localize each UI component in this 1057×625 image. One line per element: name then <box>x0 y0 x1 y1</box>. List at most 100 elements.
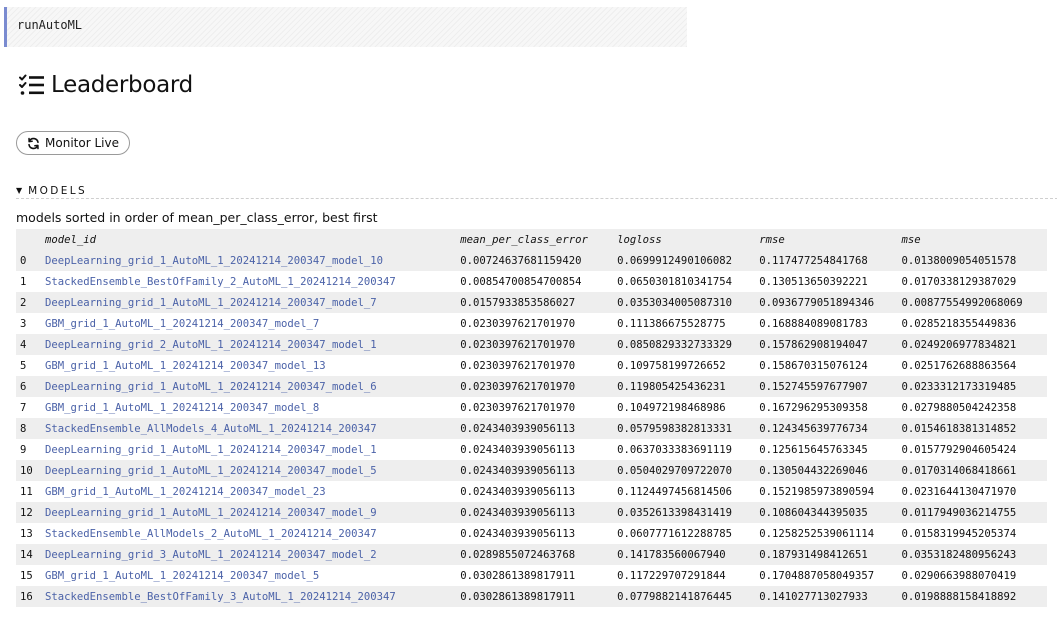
model-link[interactable]: GBM_grid_1_AutoML_1_20241214_200347_mode… <box>45 570 319 582</box>
model-id-cell: DeepLearning_grid_1_AutoML_1_20241214_20… <box>41 460 456 481</box>
mean-per-class-error-cell: 0.00724637681159420 <box>460 254 582 267</box>
mse-cell: 0.0170314068418661 <box>901 464 1017 477</box>
table-row: 13 StackedEnsemble_AllModels_2_AutoML_1_2… <box>16 523 1047 544</box>
mse-cell: 0.0170338129387029 <box>901 275 1017 288</box>
model-link[interactable]: DeepLearning_grid_1_AutoML_1_20241214_20… <box>45 381 377 393</box>
logloss-cell: 0.117229707291844 <box>617 569 726 582</box>
model-link[interactable]: StackedEnsemble_BestOfFamily_3_AutoML_1_… <box>45 591 396 603</box>
model-link[interactable]: GBM_grid_1_AutoML_1_20241214_200347_mode… <box>45 318 319 330</box>
mse-cell: 0.0154618381314852 <box>901 422 1017 435</box>
column-header-logloss: logloss <box>617 233 662 246</box>
logloss-cell: 0.0650301810341754 <box>617 275 732 288</box>
model-link[interactable]: StackedEnsemble_AllModels_2_AutoML_1_202… <box>45 528 377 540</box>
model-id-cell: GBM_grid_1_AutoML_1_20241214_200347_mode… <box>41 355 456 376</box>
monitor-live-button[interactable]: Monitor Live <box>16 131 130 155</box>
table-caption: models sorted in order of mean_per_class… <box>16 210 378 225</box>
model-link[interactable]: GBM_grid_1_AutoML_1_20241214_200347_mode… <box>45 360 326 372</box>
model-link[interactable]: DeepLearning_grid_1_AutoML_1_20241214_20… <box>45 255 383 267</box>
table-header-row: model_id mean_per_class_error logloss rm… <box>16 229 1047 250</box>
rmse-cell: 0.130504432269046 <box>759 464 868 477</box>
mean-per-class-error-cell: 0.0243403939056113 <box>460 443 576 456</box>
model-link[interactable]: DeepLearning_grid_1_AutoML_1_20241214_20… <box>45 297 377 309</box>
mean-per-class-error-cell: 0.0230397621701970 <box>460 338 576 351</box>
table-row: 2 DeepLearning_grid_1_AutoML_1_20241214_2… <box>16 292 1047 313</box>
row-index-cell: 3 <box>20 317 27 330</box>
rmse-cell: 0.125615645763345 <box>759 443 868 456</box>
mean-per-class-error-cell: 0.0302861389817911 <box>460 569 576 582</box>
mean-per-class-error-cell: 0.0230397621701970 <box>460 359 576 372</box>
mean-per-class-error-cell: 0.0243403939056113 <box>460 527 576 540</box>
code-cell-text: runAutoML <box>17 18 83 32</box>
code-cell[interactable]: runAutoML <box>4 7 687 47</box>
model-link[interactable]: StackedEnsemble_AllModels_4_AutoML_1_202… <box>45 423 377 435</box>
logloss-cell: 0.111386675528775 <box>617 317 726 330</box>
table-row: 1 StackedEnsemble_BestOfFamily_2_AutoML_1… <box>16 271 1047 292</box>
table-row: 14 DeepLearning_grid_3_AutoML_1_20241214_… <box>16 544 1047 565</box>
column-header-rmse: rmse <box>759 233 785 246</box>
rmse-cell: 0.1258252539061114 <box>759 527 875 540</box>
model-id-cell: GBM_grid_1_AutoML_1_20241214_200347_mode… <box>41 313 456 334</box>
mse-cell: 0.0198888158418892 <box>901 590 1017 603</box>
model-link[interactable]: DeepLearning_grid_3_AutoML_1_20241214_20… <box>45 549 377 561</box>
row-index-cell: 8 <box>20 422 27 435</box>
mse-cell: 0.0285218355449836 <box>901 317 1017 330</box>
logloss-cell: 0.0579598382813331 <box>617 422 732 435</box>
mean-per-class-error-cell: 0.0230397621701970 <box>460 317 576 330</box>
mean-per-class-error-cell: 0.0243403939056113 <box>460 422 576 435</box>
model-id-cell: GBM_grid_1_AutoML_1_20241214_200347_mode… <box>41 565 456 586</box>
mse-cell: 0.0157792904605424 <box>901 443 1017 456</box>
logloss-cell: 0.0607771612288785 <box>617 527 732 540</box>
model-link[interactable]: DeepLearning_grid_1_AutoML_1_20241214_20… <box>45 465 377 477</box>
logloss-cell: 0.119805425436231 <box>617 380 726 393</box>
mse-cell: 0.0249206977834821 <box>901 338 1017 351</box>
mse-cell: 0.0290663988070419 <box>901 569 1017 582</box>
row-index-cell: 5 <box>20 359 27 372</box>
table-row: 16 StackedEnsemble_BestOfFamily_3_AutoML_… <box>16 586 1047 607</box>
logloss-cell: 0.0352613398431419 <box>617 506 732 519</box>
mse-cell: 0.00877554992068069 <box>901 296 1023 309</box>
model-link[interactable]: DeepLearning_grid_1_AutoML_1_20241214_20… <box>45 444 377 456</box>
logloss-cell: 0.0353034005087310 <box>617 296 732 309</box>
caret-down-icon: ▼ <box>16 186 23 195</box>
row-index-cell: 13 <box>20 527 33 540</box>
logloss-cell: 0.0504029709722070 <box>617 464 732 477</box>
logloss-cell: 0.104972198468986 <box>617 401 726 414</box>
rmse-cell: 0.158670315076124 <box>759 359 868 372</box>
logloss-cell: 0.141783560067940 <box>617 548 726 561</box>
mse-cell: 0.0158319945205374 <box>901 527 1017 540</box>
rmse-cell: 0.157862908194047 <box>759 338 868 351</box>
logloss-cell: 0.1124497456814506 <box>617 485 732 498</box>
model-id-cell: DeepLearning_grid_1_AutoML_1_20241214_20… <box>41 502 456 523</box>
column-header-mean-per-class-error: mean_per_class_error <box>460 233 588 246</box>
column-header-model-id: model_id <box>45 233 97 246</box>
model-id-cell: StackedEnsemble_AllModels_2_AutoML_1_202… <box>41 523 456 544</box>
model-id-cell: DeepLearning_grid_1_AutoML_1_20241214_20… <box>41 250 456 271</box>
rmse-cell: 0.130513650392221 <box>759 275 868 288</box>
table-row: 3 GBM_grid_1_AutoML_1_20241214_200347_mod… <box>16 313 1047 334</box>
mse-cell: 0.0138009054051578 <box>901 254 1017 267</box>
mean-per-class-error-cell: 0.0243403939056113 <box>460 485 576 498</box>
model-link[interactable]: DeepLearning_grid_2_AutoML_1_20241214_20… <box>45 339 377 351</box>
mean-per-class-error-cell: 0.0230397621701970 <box>460 401 576 414</box>
model-link[interactable]: DeepLearning_grid_1_AutoML_1_20241214_20… <box>45 507 377 519</box>
table-row: 4 DeepLearning_grid_2_AutoML_1_20241214_2… <box>16 334 1047 355</box>
model-link[interactable]: StackedEnsemble_BestOfFamily_2_AutoML_1_… <box>45 276 396 288</box>
monitor-live-label: Monitor Live <box>45 136 119 150</box>
rmse-cell: 0.1521985973890594 <box>759 485 875 498</box>
mean-per-class-error-cell: 0.0289855072463768 <box>460 548 576 561</box>
row-index-cell: 6 <box>20 380 27 393</box>
model-link[interactable]: GBM_grid_1_AutoML_1_20241214_200347_mode… <box>45 402 319 414</box>
leaderboard-heading: Leaderboard <box>19 72 193 98</box>
model-id-cell: StackedEnsemble_BestOfFamily_3_AutoML_1_… <box>41 586 456 607</box>
model-id-cell: DeepLearning_grid_1_AutoML_1_20241214_20… <box>41 439 456 460</box>
mean-per-class-error-cell: 0.0243403939056113 <box>460 506 576 519</box>
table-row: 0 DeepLearning_grid_1_AutoML_1_20241214_2… <box>16 250 1047 271</box>
models-section-toggle[interactable]: ▼ MODELS <box>16 183 1057 199</box>
mse-cell: 0.0251762688863564 <box>901 359 1017 372</box>
model-id-cell: DeepLearning_grid_3_AutoML_1_20241214_20… <box>41 544 456 565</box>
model-link[interactable]: GBM_grid_1_AutoML_1_20241214_200347_mode… <box>45 486 326 498</box>
model-id-cell: DeepLearning_grid_1_AutoML_1_20241214_20… <box>41 376 456 397</box>
row-index-cell: 2 <box>20 296 27 309</box>
page-title: Leaderboard <box>51 72 193 98</box>
logloss-cell: 0.0850829332733329 <box>617 338 732 351</box>
